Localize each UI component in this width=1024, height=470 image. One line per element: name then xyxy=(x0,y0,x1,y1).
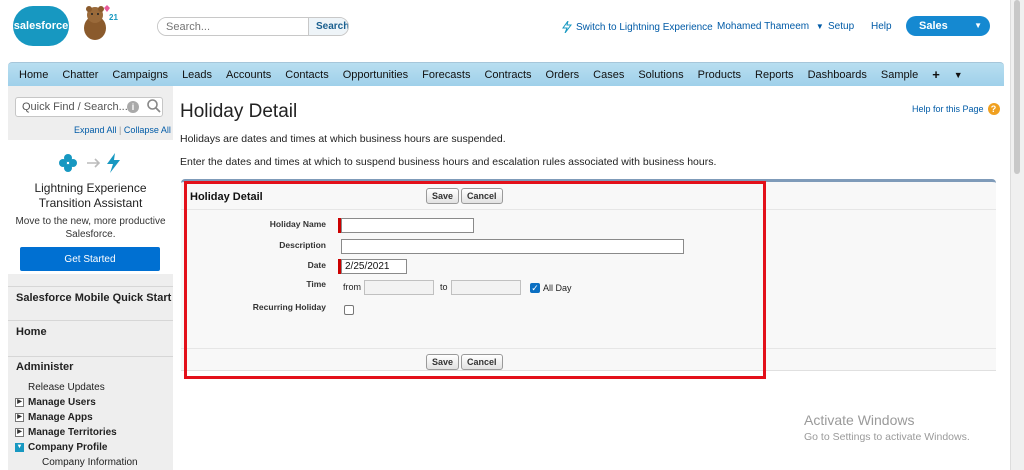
date-label: Date xyxy=(307,260,326,270)
lightning-transition-card: Lightning Experience Transition Assistan… xyxy=(8,140,173,274)
description-label: Description xyxy=(279,240,326,250)
tab-forecasts[interactable]: Forecasts xyxy=(422,69,470,81)
setup-sidebar: Quick Find / Search... i Expand All | Co… xyxy=(8,86,173,470)
global-search-button[interactable]: Search xyxy=(308,18,348,35)
tab-cases[interactable]: Cases xyxy=(593,69,624,81)
tab-solutions[interactable]: Solutions xyxy=(638,69,683,81)
tab-contracts[interactable]: Contracts xyxy=(484,69,531,81)
collapse-icon[interactable]: ▼ xyxy=(15,443,24,452)
expand-icon[interactable]: ▶ xyxy=(15,413,24,422)
instructions-text: Enter the dates and times at which to su… xyxy=(180,156,717,168)
expand-icon[interactable]: ▶ xyxy=(15,428,24,437)
to-label: to xyxy=(440,282,448,292)
global-search: Search xyxy=(157,17,349,36)
section-title: Holiday Detail xyxy=(190,191,263,203)
save-button[interactable]: Save xyxy=(426,188,460,204)
sidebar-item-manage-users[interactable]: ▶ Manage Users xyxy=(15,397,96,408)
tab-campaigns[interactable]: Campaigns xyxy=(112,69,168,81)
save-button[interactable]: Save xyxy=(426,354,460,370)
sidebar-item-manage-apps[interactable]: ▶ Manage Apps xyxy=(15,412,93,423)
expand-all-link[interactable]: Expand All xyxy=(74,125,117,135)
app-switcher[interactable]: Sales ▼ xyxy=(906,16,990,36)
recurring-holiday-label: Recurring Holiday xyxy=(252,302,326,312)
info-icon[interactable]: i xyxy=(127,101,139,113)
time-label: Time xyxy=(306,279,326,289)
salesforce-logo[interactable]: salesforce xyxy=(13,6,69,46)
time-from-input[interactable] xyxy=(364,280,434,295)
activate-windows-watermark: Activate Windows Go to Settings to activ… xyxy=(804,412,970,443)
chevron-down-icon: ▼ xyxy=(815,22,824,31)
tab-home[interactable]: Home xyxy=(19,69,48,81)
sidebar-item-manage-territories[interactable]: ▶ Manage Territories xyxy=(15,427,117,438)
tab-overflow-menu[interactable]: ▼ xyxy=(954,70,963,80)
help-for-page-link[interactable]: Help for this Page ? xyxy=(912,103,1000,115)
tab-chatter[interactable]: Chatter xyxy=(62,69,98,81)
tab-orders[interactable]: Orders xyxy=(546,69,580,81)
global-search-input[interactable] xyxy=(158,18,308,35)
quick-find-input[interactable]: Quick Find / Search... xyxy=(15,97,163,117)
help-question-icon: ? xyxy=(987,103,1000,115)
sidebar-item-company-profile[interactable]: ▼ Company Profile xyxy=(15,442,107,453)
global-header: salesforce 21 Search Switch to Lightning… xyxy=(0,0,1010,60)
lightning-bolt-icon xyxy=(562,21,572,33)
tab-sample[interactable]: Sample xyxy=(881,69,918,81)
date-input[interactable]: 2/25/2021 xyxy=(341,259,407,274)
holiday-name-label: Holiday Name xyxy=(269,219,326,229)
lightning-transition-icon xyxy=(59,153,120,173)
sidebar-item-company-information[interactable]: Company Information xyxy=(42,457,138,468)
setup-link[interactable]: Setup xyxy=(828,21,854,32)
from-label: from xyxy=(343,282,361,292)
tab-products[interactable]: Products xyxy=(698,69,741,81)
sidebar-item-home[interactable]: Home xyxy=(8,320,173,350)
all-day-checkbox[interactable]: ✓ xyxy=(530,283,540,293)
all-day-label: All Day xyxy=(543,283,572,293)
holiday-detail-panel: Holiday Detail Save Cancel Holiday Name … xyxy=(181,179,996,371)
sidebar-item-mobile-quick-start[interactable]: Salesforce Mobile Quick Start xyxy=(8,286,173,316)
expand-icon[interactable]: ▶ xyxy=(15,398,24,407)
collapse-all-link[interactable]: Collapse All xyxy=(124,125,171,135)
sidebar-section-administer: Administer xyxy=(8,356,173,382)
lex-card-title: Lightning Experience Transition Assistan… xyxy=(34,181,147,210)
tab-opportunities[interactable]: Opportunities xyxy=(343,69,408,81)
tab-reports[interactable]: Reports xyxy=(755,69,794,81)
get-started-button[interactable]: Get Started xyxy=(20,247,160,271)
user-menu[interactable]: Mohamed Thameem ▼ xyxy=(717,21,824,32)
time-to-input[interactable] xyxy=(451,280,521,295)
chevron-down-icon: ▼ xyxy=(974,21,982,30)
mascot-bear-icon xyxy=(84,5,110,40)
tab-contacts[interactable]: Contacts xyxy=(285,69,328,81)
scrollbar-thumb[interactable] xyxy=(1014,0,1020,174)
switch-lightning-link[interactable]: Switch to Lightning Experience xyxy=(562,21,713,33)
page-title: Holiday Detail xyxy=(180,101,298,122)
tab-accounts[interactable]: Accounts xyxy=(226,69,271,81)
panel-header: Holiday Detail Save Cancel xyxy=(181,182,996,210)
panel-footer: Save Cancel xyxy=(181,348,996,374)
sidebar-item-release-updates[interactable]: Release Updates xyxy=(28,382,105,393)
release-badge: 21 xyxy=(109,13,118,22)
cancel-button[interactable]: Cancel xyxy=(461,188,503,204)
tab-leads[interactable]: Leads xyxy=(182,69,212,81)
holiday-name-input[interactable] xyxy=(341,218,474,233)
all-tabs-plus-icon[interactable]: + xyxy=(932,67,940,82)
cancel-button[interactable]: Cancel xyxy=(461,354,503,370)
description-input[interactable] xyxy=(341,239,684,254)
lex-card-subtitle: Move to the new, more productive Salesfo… xyxy=(15,216,166,240)
expand-collapse-links: Expand All | Collapse All xyxy=(74,125,171,135)
search-icon[interactable] xyxy=(146,98,162,114)
help-link[interactable]: Help xyxy=(871,21,892,32)
recurring-holiday-checkbox[interactable] xyxy=(344,305,354,315)
tab-dashboards[interactable]: Dashboards xyxy=(808,69,867,81)
intro-text: Holidays are dates and times at which bu… xyxy=(180,133,506,145)
tab-bar: Home Chatter Campaigns Leads Accounts Co… xyxy=(8,62,1004,86)
